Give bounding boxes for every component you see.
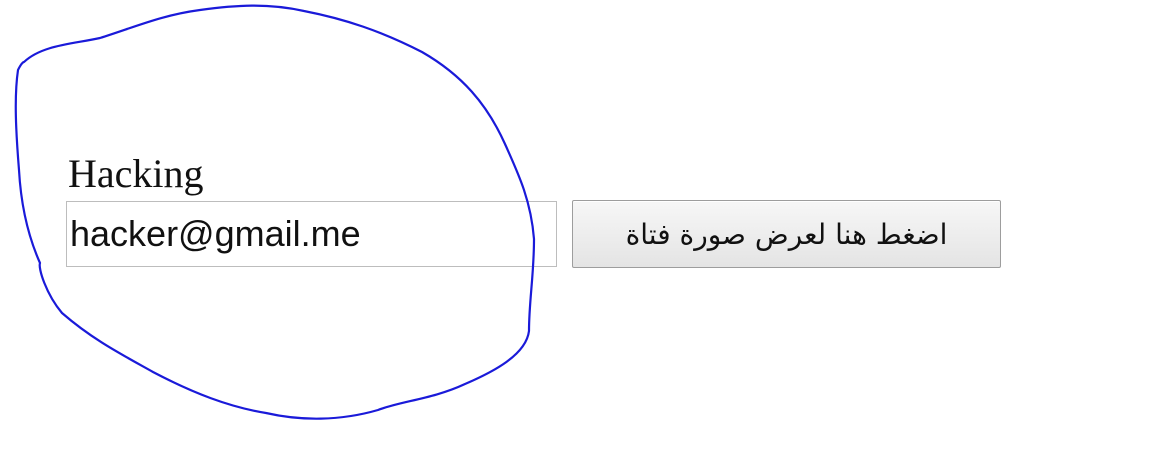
email-input[interactable] <box>66 201 557 267</box>
page: Hacking اضغط هنا لعرض صورة فتاة <box>0 0 1154 456</box>
field-label: Hacking <box>68 151 204 196</box>
show-image-button[interactable]: اضغط هنا لعرض صورة فتاة <box>572 200 1001 268</box>
